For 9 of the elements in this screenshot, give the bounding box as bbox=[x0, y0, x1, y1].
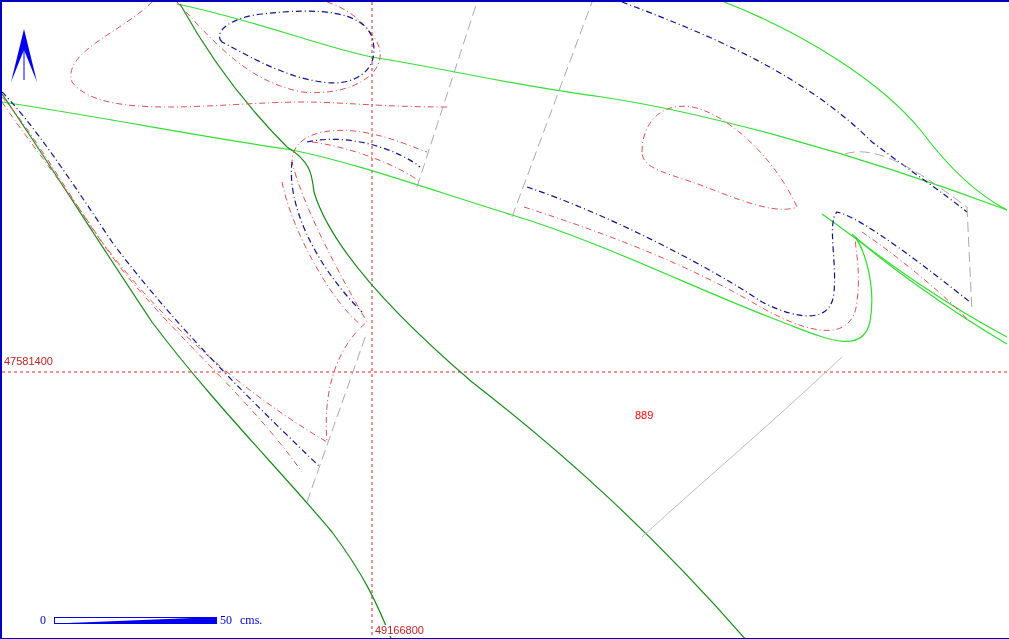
parcel-label: 889 bbox=[635, 410, 654, 421]
scale-unit-label: cms. bbox=[240, 614, 263, 626]
northing-label: 47581400 bbox=[4, 356, 53, 367]
map-canvas[interactable]: 47581400 49166800 889 0 50 cms. bbox=[0, 0, 1009, 639]
easting-label: 49166800 bbox=[374, 625, 425, 636]
north-arrow-icon bbox=[11, 29, 37, 82]
scale-bar-icon bbox=[54, 617, 217, 624]
scale-start-label: 0 bbox=[40, 614, 46, 626]
scale-end-label: 50 bbox=[220, 614, 232, 626]
